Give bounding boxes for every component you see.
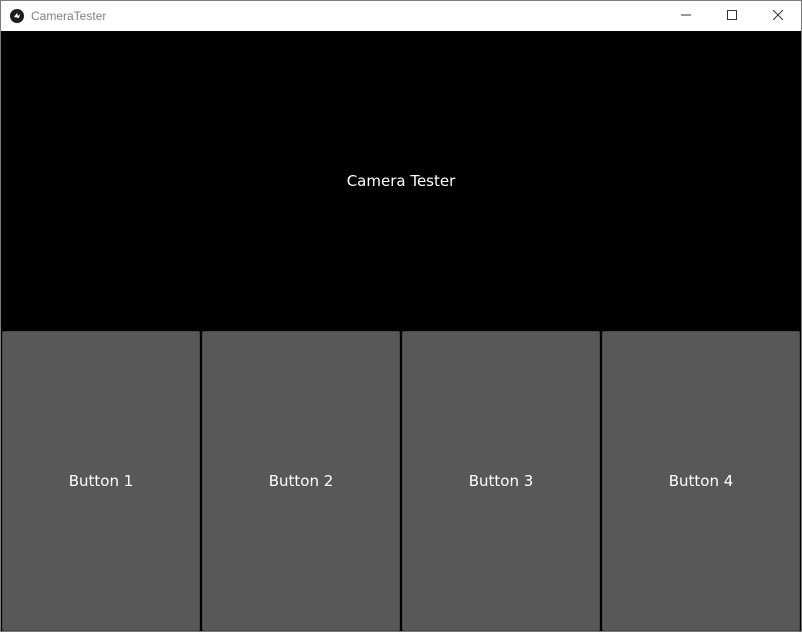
camera-tester-label: Camera Tester xyxy=(346,172,456,190)
button-3[interactable]: Button 3 xyxy=(402,331,600,631)
maximize-button[interactable] xyxy=(709,1,755,31)
button-4[interactable]: Button 4 xyxy=(602,331,800,631)
button-row: Button 1 Button 2 Button 3 Button 4 xyxy=(1,331,801,631)
app-content: Camera Tester Button 1 Button 2 Button 3… xyxy=(1,31,801,631)
minimize-button[interactable] xyxy=(663,1,709,31)
close-icon xyxy=(772,7,784,25)
button-1[interactable]: Button 1 xyxy=(2,331,200,631)
window-controls xyxy=(663,1,801,31)
close-button[interactable] xyxy=(755,1,801,31)
app-window: CameraTester Camera Tester Button 1 Butt… xyxy=(0,0,802,632)
minimize-icon xyxy=(681,7,691,25)
kivy-app-icon xyxy=(10,9,24,23)
title-bar[interactable]: CameraTester xyxy=(1,1,801,31)
maximize-icon xyxy=(727,7,737,25)
button-2[interactable]: Button 2 xyxy=(202,331,400,631)
window-title: CameraTester xyxy=(31,9,107,23)
